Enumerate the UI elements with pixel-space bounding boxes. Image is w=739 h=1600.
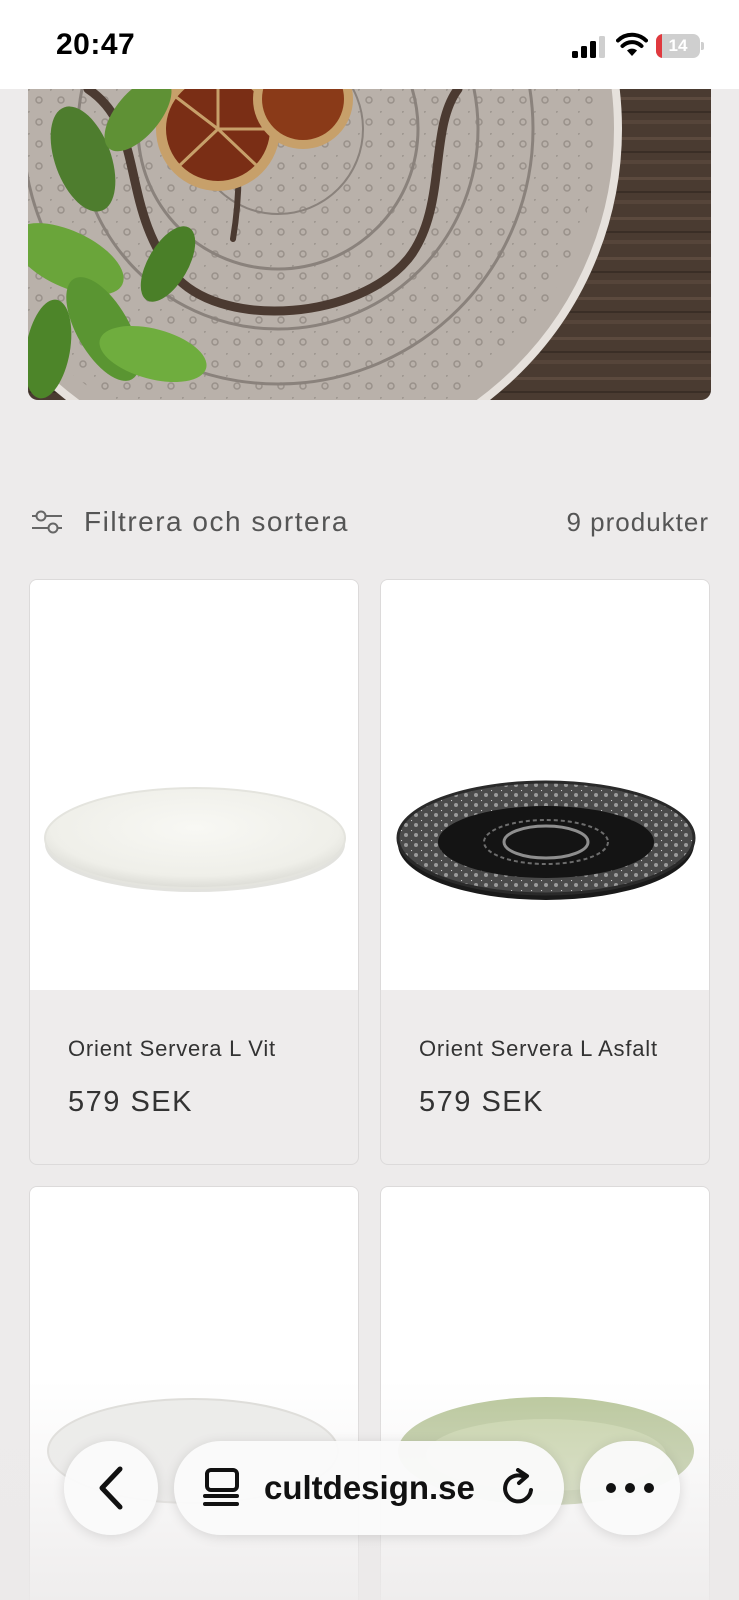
product-image[interactable] <box>30 580 358 990</box>
battery-percent: 14 <box>668 36 688 55</box>
filter-sort-button[interactable]: Filtrera och sortera <box>30 500 349 544</box>
chevron-left-icon <box>99 1466 123 1510</box>
product-price: 579 SEK <box>419 1086 544 1118</box>
url-text[interactable]: cultdesign.se <box>264 1441 475 1535</box>
more-button[interactable] <box>580 1441 680 1535</box>
tabs-icon[interactable] <box>202 1468 240 1508</box>
product-card[interactable] <box>29 1186 359 1600</box>
more-icon <box>606 1483 654 1493</box>
product-price: 579 SEK <box>68 1086 193 1118</box>
status-time: 20:47 <box>56 28 136 61</box>
status-bar: 20:47 14 <box>0 0 739 89</box>
filter-sort-label: Filtrera och sortera <box>84 506 349 537</box>
product-card[interactable]: Orient Servera L Asfalt 579 SEK <box>380 579 710 1165</box>
wifi-icon <box>616 32 648 56</box>
reload-icon[interactable] <box>498 1468 538 1508</box>
hero-banner-image <box>28 89 711 400</box>
product-name[interactable]: Orient Servera L Asfalt <box>419 1036 658 1062</box>
product-card[interactable] <box>380 1186 710 1600</box>
cellular-signal-icon <box>572 36 605 58</box>
product-image[interactable] <box>381 1187 709 1600</box>
product-image[interactable] <box>381 580 709 990</box>
product-name[interactable]: Orient Servera L Vit <box>68 1036 276 1062</box>
product-image[interactable] <box>30 1187 358 1600</box>
product-card[interactable]: Orient Servera L Vit 579 SEK <box>29 579 359 1165</box>
filter-row: Filtrera och sortera 9 produkter <box>0 500 739 544</box>
back-button[interactable] <box>64 1441 158 1535</box>
address-bar[interactable]: cultdesign.se <box>174 1441 564 1535</box>
sliders-icon <box>32 510 62 534</box>
product-count: 9 produkter <box>566 507 709 537</box>
battery-icon: 14 <box>656 34 704 58</box>
